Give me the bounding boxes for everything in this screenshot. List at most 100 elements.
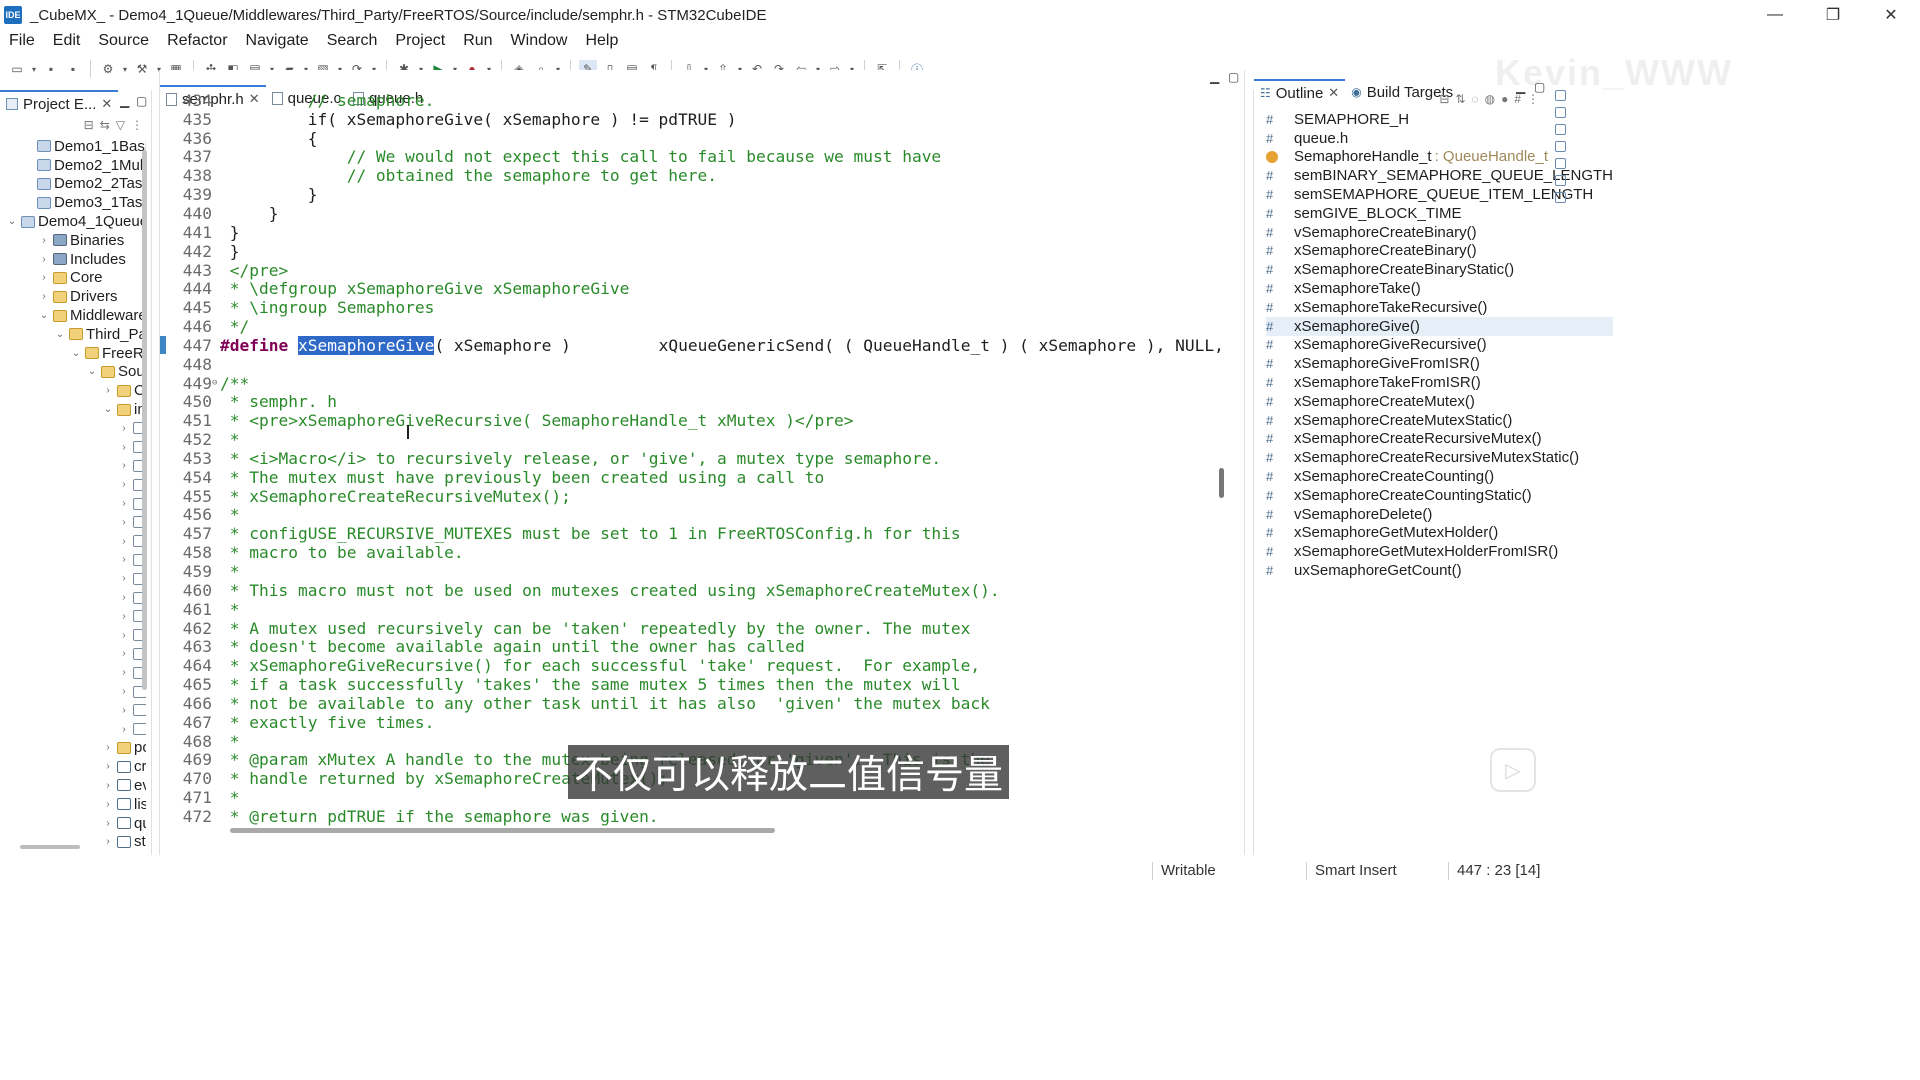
chevron-right-icon[interactable]: › <box>102 385 114 396</box>
chevron-right-icon[interactable]: › <box>118 630 130 641</box>
chevron-right-icon[interactable]: › <box>38 272 50 283</box>
code-line[interactable]: 440 } <box>160 204 1220 223</box>
chevron-right-icon[interactable]: › <box>102 780 114 791</box>
tree-item[interactable]: › <box>0 494 146 513</box>
outline-item[interactable]: # xSemaphoreCreateRecursiveMutex() <box>1266 430 1613 449</box>
maximize-view-icon[interactable]: ▢ <box>1228 70 1239 84</box>
code-line[interactable]: 448 <box>160 355 1220 374</box>
tree-item[interactable]: ⌄Sourc <box>0 363 146 382</box>
collapse-all-icon[interactable]: ⊟ <box>1439 92 1449 106</box>
code-line[interactable]: 464 * xSemaphoreGiveRecursive() for each… <box>160 656 1220 675</box>
code-line[interactable]: 446 */ <box>160 317 1220 336</box>
tree-item[interactable]: › cro <box>0 757 146 776</box>
code-line[interactable]: 445 * \ingroup Semaphores <box>160 298 1220 317</box>
code-area[interactable]: 434 // semaphore. 435 if( xSemaphoreGive(… <box>160 91 1220 826</box>
code-line[interactable]: 465 * if a task successfully 'takes' the… <box>160 675 1220 694</box>
code-line[interactable]: 463 * doesn't become available again unt… <box>160 637 1220 656</box>
tree-item[interactable]: › <box>0 588 146 607</box>
tab-outline[interactable]: ☷ Outline ✕ <box>1254 79 1346 105</box>
chevron-right-icon[interactable]: › <box>118 648 130 659</box>
save-all-icon[interactable]: ▪ <box>64 60 82 78</box>
view-menu-icon[interactable]: ⋮ <box>1527 92 1539 106</box>
chevron-right-icon[interactable]: › <box>118 498 130 509</box>
chevron-right-icon[interactable]: › <box>102 761 114 772</box>
tree-item[interactable]: › <box>0 551 146 570</box>
chevron-right-icon[interactable]: › <box>118 460 130 471</box>
chevron-right-icon[interactable]: › <box>118 667 130 678</box>
new-dropdown-icon[interactable]: ▾ <box>30 60 38 78</box>
chevron-right-icon[interactable]: › <box>118 536 130 547</box>
code-line[interactable]: 435 if( xSemaphoreGive( xSemaphore ) != … <box>160 110 1220 129</box>
tree-item[interactable]: › <box>0 475 146 494</box>
link-editor-icon[interactable]: ⇆ <box>100 118 110 132</box>
code-line[interactable]: 444 * \defgroup xSemaphoreGive xSemaphor… <box>160 279 1220 298</box>
tree-item[interactable]: › que <box>0 814 146 833</box>
chevron-right-icon[interactable]: › <box>118 724 130 735</box>
tree-item[interactable]: › <box>0 626 146 645</box>
tree-item[interactable]: Demo2_1MultiTa <box>0 156 146 175</box>
outline-item[interactable]: # xSemaphoreCreateRecursiveMutexStatic() <box>1266 448 1613 467</box>
save-icon[interactable]: ▪ <box>42 60 60 78</box>
tree-item[interactable]: › <box>0 701 146 720</box>
code-line[interactable]: 459 * <box>160 562 1220 581</box>
outline-item[interactable]: # vSemaphoreDelete() <box>1266 505 1613 524</box>
chevron-right-icon[interactable]: › <box>118 686 130 697</box>
tree-item[interactable]: › <box>0 569 146 588</box>
close-icon[interactable]: ✕ <box>101 96 112 112</box>
collapse-all-icon[interactable]: ⊟ <box>84 118 94 132</box>
menu-source[interactable]: Source <box>89 32 158 50</box>
menu-search[interactable]: Search <box>318 32 387 50</box>
hammer-icon[interactable]: ⚒ <box>133 60 151 78</box>
perspective-icon[interactable] <box>1555 141 1566 152</box>
code-line[interactable]: 447 #define xSemaphoreGive( xSemaphore ) … <box>160 335 1220 355</box>
chevron-down-icon[interactable]: ⌄ <box>54 329 66 340</box>
hide-fields-icon[interactable]: ◌ <box>1471 92 1478 106</box>
outline-item[interactable]: # xSemaphoreCreateMutex() <box>1266 392 1613 411</box>
tree-item[interactable]: › eve <box>0 776 146 795</box>
selected-macro-name[interactable]: xSemaphoreGive <box>297 335 435 355</box>
code-line[interactable]: 450 * semphr. h <box>160 392 1220 411</box>
code-line[interactable]: 443 </pre> <box>160 261 1220 280</box>
tree-item[interactable]: ⌄inc <box>0 400 146 419</box>
close-window-button[interactable]: ✕ <box>1862 0 1920 30</box>
maximize-view-icon[interactable]: ▢ <box>136 94 147 108</box>
outline-item[interactable]: # xSemaphoreGiveFromISR() <box>1266 354 1613 373</box>
outline-item[interactable]: # xSemaphoreGetMutexHolderFromISR() <box>1266 542 1613 561</box>
tree-item[interactable]: › Binaries <box>0 231 146 250</box>
code-line[interactable]: 436 { <box>160 129 1220 148</box>
menu-file[interactable]: File <box>0 32 44 50</box>
tree-item[interactable]: › <box>0 682 146 701</box>
code-line[interactable]: 472 * @return pdTRUE if the semaphore wa… <box>160 807 1220 826</box>
hide-nonpublic-icon[interactable]: ● <box>1501 92 1508 106</box>
menu-edit[interactable]: Edit <box>44 32 90 50</box>
code-line[interactable]: 434 // semaphore. <box>160 91 1220 110</box>
tree-item[interactable]: › <box>0 419 146 438</box>
code-line[interactable]: 458 * macro to be available. <box>160 543 1220 562</box>
tree-item[interactable]: › por <box>0 739 146 758</box>
code-line[interactable]: 439 } <box>160 185 1220 204</box>
code-line[interactable]: 455 * xSemaphoreCreateRecursiveMutex(); <box>160 487 1220 506</box>
menu-help[interactable]: Help <box>576 32 627 50</box>
chevron-right-icon[interactable]: › <box>118 573 130 584</box>
hide-macros-icon[interactable]: # <box>1514 92 1521 106</box>
build-dropdown-icon[interactable]: ▾ <box>121 60 129 78</box>
menu-project[interactable]: Project <box>386 32 454 50</box>
close-icon[interactable]: ✕ <box>1328 85 1339 101</box>
perspective-icon[interactable] <box>1555 124 1566 135</box>
tree-item[interactable]: › <box>0 438 146 457</box>
tree-item[interactable]: › Includes <box>0 250 146 269</box>
view-menu-icon[interactable]: ⋮ <box>131 118 143 132</box>
perspective-icon[interactable] <box>1555 175 1566 186</box>
code-line[interactable]: 438 // obtained the semaphore to get her… <box>160 166 1220 185</box>
chevron-right-icon[interactable]: › <box>102 818 114 829</box>
code-line[interactable]: 466 * not be available to any other task… <box>160 694 1220 713</box>
code-line[interactable]: 453 * <i>Macro</i> to recursively releas… <box>160 449 1220 468</box>
chevron-right-icon[interactable]: › <box>118 554 130 565</box>
outline-item[interactable]: # xSemaphoreGetMutexHolder() <box>1266 524 1613 543</box>
tree-item[interactable]: ⌄ Middlewares <box>0 306 146 325</box>
vertical-scrollbar[interactable] <box>142 150 147 690</box>
tree-item[interactable]: ›CM <box>0 381 146 400</box>
chevron-down-icon[interactable]: ⌄ <box>6 216 18 227</box>
code-line[interactable]: 441 } <box>160 223 1220 242</box>
code-line[interactable]: 457 * configUSE_RECURSIVE_MUTEXES must b… <box>160 524 1220 543</box>
